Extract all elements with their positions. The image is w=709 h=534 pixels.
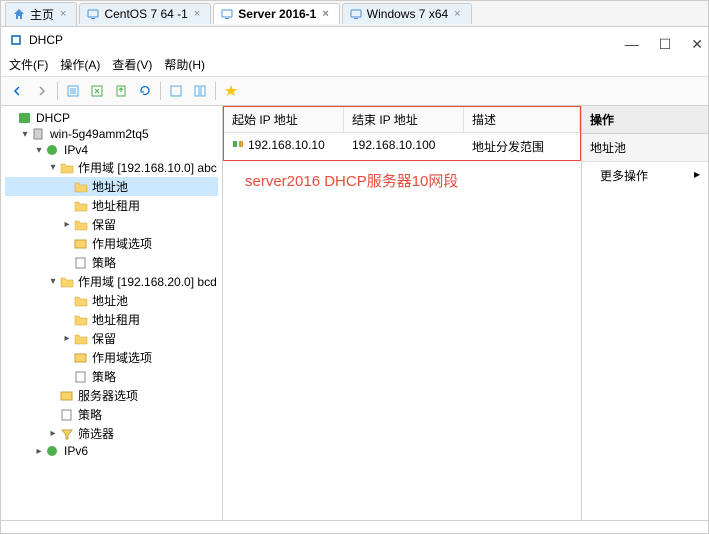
refresh-green-button[interactable] [86, 80, 108, 102]
view2-button[interactable] [189, 80, 211, 102]
tree-scope1[interactable]: ▾作用域 [192.168.10.0] abc [5, 158, 218, 177]
tab-label: 主页 [30, 6, 54, 23]
options-icon [73, 351, 89, 365]
tree-scope2[interactable]: ▾作用域 [192.168.20.0] bcd [5, 272, 218, 291]
folder-icon [73, 180, 89, 194]
folder-icon [73, 313, 89, 327]
tree-policies-3[interactable]: 策略 [5, 405, 218, 424]
app-title-bar: DHCP — ☐ ✕ [1, 27, 708, 53]
policy-icon [73, 370, 89, 384]
folder-icon [73, 218, 89, 232]
tree-server-options[interactable]: 服务器选项 [5, 386, 218, 405]
ipv6-icon [45, 444, 61, 458]
tree-server[interactable]: ▾win-5g49amm2tq5 [5, 126, 218, 142]
tree-address-pool-2[interactable]: 地址池 [5, 291, 218, 310]
back-button[interactable] [7, 80, 29, 102]
toolbar [1, 77, 708, 106]
browser-tabs: 主页 × CentOS 7 64 -1 × Server 2016-1 × Wi… [1, 1, 708, 27]
vm-icon [220, 7, 234, 21]
options-icon [73, 237, 89, 251]
actions-context: 地址池 [582, 134, 708, 162]
list-row[interactable]: 192.168.10.10 192.168.10.100 地址分发范围 [224, 133, 580, 160]
col-start-ip[interactable]: 起始 IP 地址 [224, 107, 344, 132]
tree-policies[interactable]: 策略 [5, 253, 218, 272]
folder-icon [73, 294, 89, 308]
refresh-button[interactable] [134, 80, 156, 102]
close-icon[interactable]: × [192, 8, 202, 20]
tree-root[interactable]: DHCP [5, 110, 218, 126]
forward-button[interactable] [31, 80, 53, 102]
tree-address-pool[interactable]: 地址池 [5, 177, 218, 196]
actions-panel: 操作 地址池 更多操作▸ [582, 106, 708, 520]
folder-icon [59, 161, 75, 175]
folder-icon [73, 332, 89, 346]
tab-centos[interactable]: CentOS 7 64 -1 × [79, 3, 211, 24]
list-panel: 起始 IP 地址 结束 IP 地址 描述 192.168.10.10 192.1… [223, 106, 582, 520]
dhcp-icon [17, 111, 33, 125]
tab-label: Windows 7 x64 [367, 7, 448, 21]
home-icon [12, 7, 26, 21]
menu-help[interactable]: 帮助(H) [164, 56, 205, 73]
range-icon [232, 138, 244, 155]
annotation-text: server2016 DHCP服务器10网段 [245, 170, 458, 191]
app-title: DHCP [29, 33, 63, 47]
close-icon[interactable]: × [452, 8, 462, 20]
col-description[interactable]: 描述 [464, 107, 580, 132]
tree-scope-options[interactable]: 作用域选项 [5, 234, 218, 253]
tree-leases[interactable]: 地址租用 [5, 196, 218, 215]
folder-icon [73, 199, 89, 213]
tree-filters[interactable]: ▸筛选器 [5, 424, 218, 443]
tree-scope-options-2[interactable]: 作用域选项 [5, 348, 218, 367]
actions-header: 操作 [582, 106, 708, 134]
maximize-button[interactable]: ☐ [659, 36, 672, 53]
vm-icon [349, 7, 363, 21]
vm-icon [86, 7, 100, 21]
close-button[interactable]: ✕ [691, 36, 703, 53]
menu-file[interactable]: 文件(F) [9, 56, 48, 73]
tree-ipv4[interactable]: ▾IPv4 [5, 142, 218, 158]
window-controls: — ☐ ✕ [625, 36, 703, 53]
col-end-ip[interactable]: 结束 IP 地址 [344, 107, 464, 132]
dhcp-icon [9, 33, 23, 47]
options-icon [59, 389, 75, 403]
actions-more[interactable]: 更多操作▸ [582, 162, 708, 189]
tree-policies-2[interactable]: 策略 [5, 367, 218, 386]
menu-action[interactable]: 操作(A) [60, 56, 100, 73]
main-area: DHCP ▾win-5g49amm2tq5 ▾IPv4 ▾作用域 [192.16… [1, 106, 708, 520]
tree-ipv6[interactable]: ▸IPv6 [5, 443, 218, 459]
minimize-button[interactable]: — [625, 36, 639, 53]
tree-reservations[interactable]: ▸保留 [5, 215, 218, 234]
export-button[interactable] [110, 80, 132, 102]
folder-icon [59, 275, 75, 289]
list-header: 起始 IP 地址 结束 IP 地址 描述 [224, 107, 580, 133]
server-icon [31, 127, 47, 141]
tab-home[interactable]: 主页 × [5, 2, 77, 26]
tree-panel: DHCP ▾win-5g49amm2tq5 ▾IPv4 ▾作用域 [192.16… [1, 106, 223, 520]
close-icon[interactable]: × [58, 8, 68, 20]
filter-icon [59, 427, 75, 441]
tab-label: CentOS 7 64 -1 [104, 7, 187, 21]
tab-server2016[interactable]: Server 2016-1 × [213, 3, 340, 24]
policy-icon [59, 408, 75, 422]
view1-button[interactable] [165, 80, 187, 102]
tree-reservations-2[interactable]: ▸保留 [5, 329, 218, 348]
menu-view[interactable]: 查看(V) [112, 56, 152, 73]
tab-label: Server 2016-1 [238, 7, 316, 21]
tab-windows7[interactable]: Windows 7 x64 × [342, 3, 472, 24]
policy-icon [73, 256, 89, 270]
tree-leases-2[interactable]: 地址租用 [5, 310, 218, 329]
chevron-right-icon: ▸ [694, 167, 700, 184]
close-icon[interactable]: × [320, 8, 330, 20]
highlighted-region: 起始 IP 地址 结束 IP 地址 描述 192.168.10.10 192.1… [223, 106, 581, 161]
menu-bar: 文件(F) 操作(A) 查看(V) 帮助(H) [1, 53, 708, 77]
star-button[interactable] [220, 80, 242, 102]
ipv4-icon [45, 143, 61, 157]
properties-button[interactable] [62, 80, 84, 102]
